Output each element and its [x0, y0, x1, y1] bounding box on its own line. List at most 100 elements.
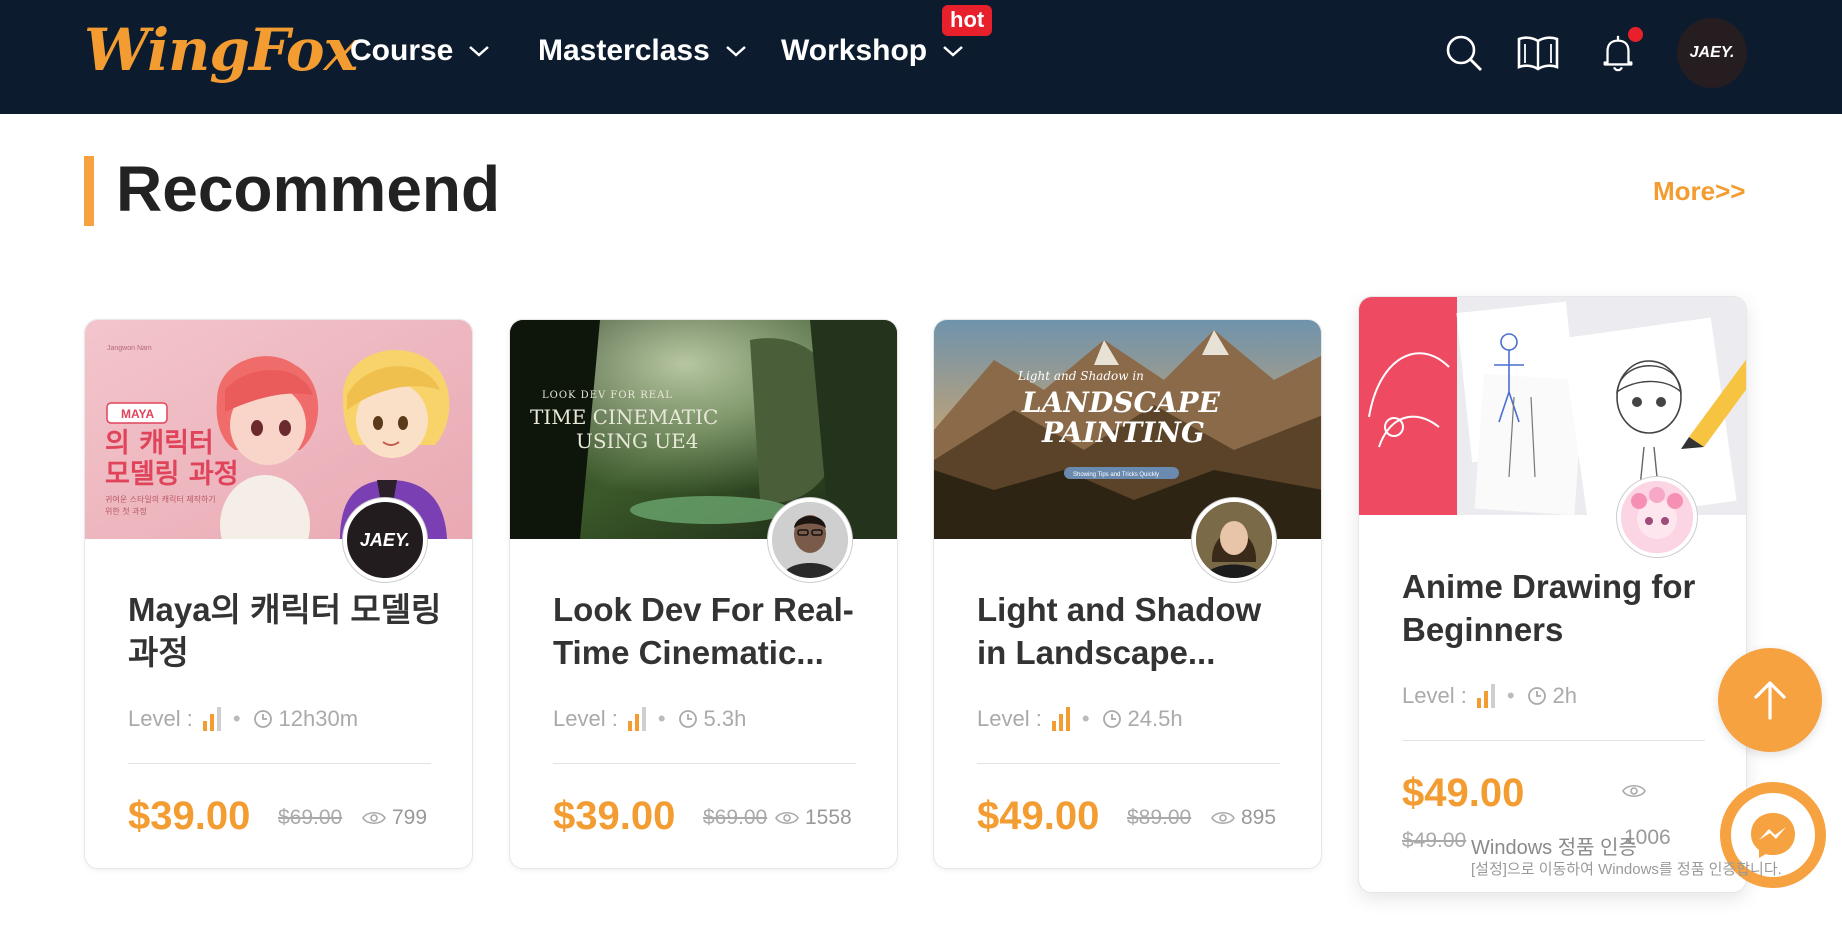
view-count: 895: [1211, 806, 1276, 830]
course-price: $49.00: [977, 794, 1100, 838]
course-thumbnail: LOOK DEV FOR REAL TIME CINEMATIC USING U…: [510, 320, 897, 539]
course-thumbnail: [1359, 297, 1746, 515]
top-nav: WingFox Course Masterclass Workshop hot …: [0, 0, 1842, 114]
chevron-down-icon: [943, 46, 963, 57]
eye-icon: [1211, 811, 1235, 825]
thumb-line2: 모델링 과정: [105, 459, 239, 490]
anime-thumbnail-art: [1359, 297, 1746, 515]
course-price: $49.00: [1402, 771, 1525, 815]
view-count: 1558: [775, 806, 852, 830]
course-card-maya[interactable]: Jangwon Nam MAYA 의 캐릭터 모델링 과정 귀여운 스타일의 캐…: [84, 319, 473, 869]
course-title[interactable]: Light and Shadow in Landscape...: [977, 588, 1297, 674]
eye-icon: [775, 811, 799, 825]
course-meta: Level : • 5.3h: [553, 706, 746, 732]
original-price: $69.00: [703, 806, 768, 829]
instructor-photo: [1621, 481, 1693, 553]
level-bars-icon: [1051, 707, 1070, 731]
clock-icon: [1102, 710, 1121, 728]
maya-badge: MAYA: [121, 407, 154, 421]
course-duration: 24.5h: [1127, 706, 1183, 731]
level-label: Level :: [128, 706, 193, 731]
eye-icon: [1622, 784, 1646, 798]
arrow-up-icon: [1754, 681, 1786, 720]
chevron-down-icon: [725, 46, 746, 57]
instructor-avatar[interactable]: [1192, 498, 1276, 582]
level-label: Level :: [977, 706, 1042, 731]
section-accent-bar: [84, 156, 94, 226]
level-bars-icon: [627, 707, 646, 731]
card-divider: [977, 763, 1280, 764]
menu-masterclass-label: Masterclass: [538, 34, 710, 67]
messenger-icon: [1751, 813, 1795, 858]
course-duration: 2h: [1552, 683, 1578, 708]
book-icon[interactable]: [1516, 33, 1560, 73]
course-card-lookdev[interactable]: LOOK DEV FOR REAL TIME CINEMATIC USING U…: [509, 319, 898, 869]
eye-icon: [362, 811, 386, 825]
course-title[interactable]: Anime Drawing for Beginners: [1402, 565, 1722, 651]
view-count-value: 895: [1241, 806, 1277, 829]
menu-course-label: Course: [350, 34, 454, 67]
course-meta: Level : • 24.5h: [977, 706, 1183, 732]
clock-icon: [253, 710, 272, 728]
original-price: $49.00: [1402, 829, 1467, 852]
card-divider: [553, 763, 856, 764]
level-label: Level :: [1402, 683, 1467, 708]
course-card-anime[interactable]: Anime Drawing for Beginners Level : • 2h…: [1358, 296, 1747, 893]
user-avatar[interactable]: JAEY.: [1677, 18, 1747, 88]
thumb-line1: LANDSCAPE: [1021, 386, 1221, 419]
menu-course[interactable]: Course: [350, 34, 491, 68]
level-bars-icon: [1476, 684, 1495, 708]
meta-separator: •: [1506, 683, 1515, 708]
thumb-sub1: 귀여운 스타일의 캐릭터 제작하기: [105, 494, 216, 504]
level-bars-icon: [202, 707, 221, 731]
card-divider: [1402, 740, 1705, 741]
course-price: $39.00: [553, 794, 676, 838]
instructor-avatar[interactable]: [768, 498, 852, 582]
more-link[interactable]: More>>: [1653, 176, 1746, 207]
thumb-sub2: 위한 첫 과정: [105, 506, 147, 516]
windows-activation-subtitle: [설정]으로 이동하여 Windows를 정품 인증합니다.: [1471, 861, 1782, 878]
notification-dot: [1628, 27, 1643, 42]
menu-workshop[interactable]: Workshop: [781, 34, 965, 68]
view-count: 799: [362, 806, 427, 830]
course-title[interactable]: Maya의 캐릭터 모델링 과정: [128, 588, 448, 674]
course-meta: Level : • 2h: [1402, 683, 1577, 709]
menu-workshop-label: Workshop: [781, 34, 928, 67]
thumb-line1: TIME CINEMATIC: [530, 405, 718, 429]
thumb-pre: LOOK DEV FOR REAL: [542, 390, 673, 401]
instructor-avatar[interactable]: JAEY.: [343, 498, 427, 582]
thumb-pre: Light and Shadow in: [1017, 369, 1144, 383]
course-thumbnail: Jangwon Nam MAYA 의 캐릭터 모델링 과정 귀여운 스타일의 캐…: [85, 320, 472, 539]
scroll-to-top-button[interactable]: [1718, 648, 1822, 752]
course-duration: 12h30m: [278, 706, 359, 731]
maya-thumbnail-art: Jangwon Nam MAYA 의 캐릭터 모델링 과정 귀여운 스타일의 캐…: [85, 320, 472, 539]
thumb-line1: 의 캐릭터: [105, 428, 214, 459]
course-price: $39.00: [128, 794, 251, 838]
instructor-avatar[interactable]: [1617, 477, 1697, 557]
view-count-value: 1558: [805, 806, 852, 829]
course-card-landscape[interactable]: Light and Shadow in LANDSCAPE PAINTING S…: [933, 319, 1322, 869]
thumb-line2: USING UE4: [576, 429, 698, 453]
card-divider: [128, 763, 431, 764]
wingfox-logo[interactable]: WingFox: [84, 16, 358, 84]
view-count-value: 799: [392, 806, 428, 829]
menu-masterclass[interactable]: Masterclass: [538, 34, 748, 68]
author-label: Jangwon Nam: [107, 345, 152, 352]
windows-activation-title: Windows 정품 인증: [1471, 837, 1637, 859]
thumb-line2: PAINTING: [1041, 416, 1205, 449]
meta-separator: •: [657, 706, 666, 731]
clock-icon: [678, 710, 697, 728]
level-label: Level :: [553, 706, 618, 731]
meta-separator: •: [1081, 706, 1090, 731]
course-duration: 5.3h: [703, 706, 747, 731]
lookdev-thumbnail-art: LOOK DEV FOR REAL TIME CINEMATIC USING U…: [510, 320, 897, 539]
course-title[interactable]: Look Dev For Real-Time Cinematic...: [553, 588, 873, 674]
original-price: $89.00: [1127, 806, 1192, 829]
landscape-thumbnail-art: Light and Shadow in LANDSCAPE PAINTING S…: [934, 320, 1321, 539]
clock-icon: [1527, 687, 1546, 705]
search-icon[interactable]: [1444, 33, 1484, 73]
meta-separator: •: [232, 706, 241, 731]
instructor-photo: [772, 502, 848, 578]
course-thumbnail: Light and Shadow in LANDSCAPE PAINTING S…: [934, 320, 1321, 539]
course-meta: Level : • 12h30m: [128, 706, 358, 732]
